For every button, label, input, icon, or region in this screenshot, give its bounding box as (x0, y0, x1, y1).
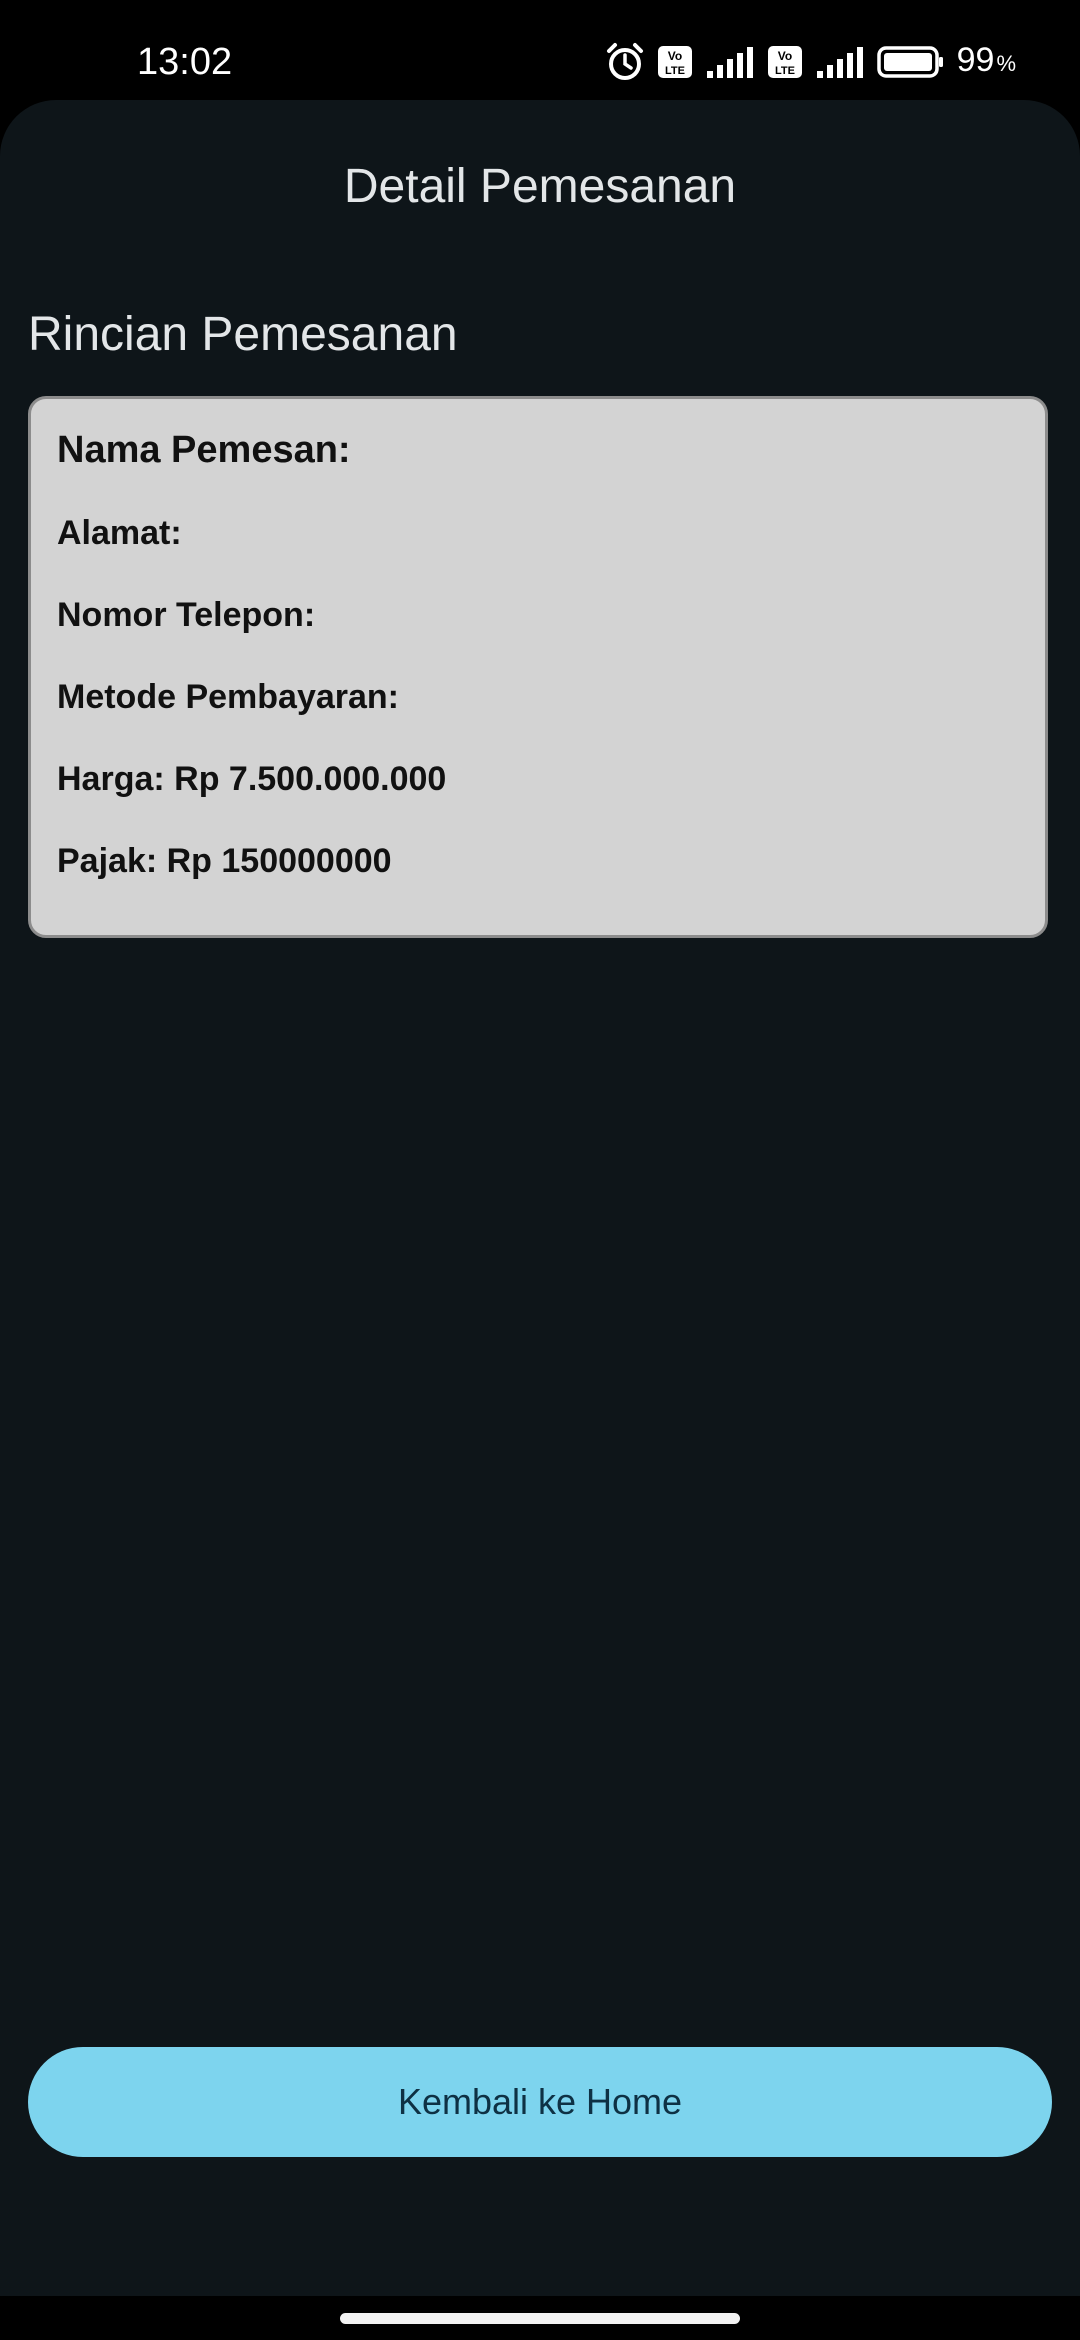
svg-text:LTE: LTE (665, 65, 685, 77)
status-bar: 13:02 Vo LTE Vo LTE 99 % (0, 0, 1080, 100)
alarm-icon (605, 42, 645, 82)
app-surface: Detail Pemesanan Rincian Pemesanan Nama … (0, 100, 1080, 2296)
signal-icon (705, 45, 755, 79)
page-title: Detail Pemesanan (343, 160, 737, 213)
svg-text:LTE: LTE (775, 65, 795, 77)
battery-icon (876, 45, 945, 79)
customer-name-line: Nama Pemesan: (57, 429, 351, 471)
svg-text:Vo: Vo (667, 49, 681, 63)
battery-percent: 99% (957, 36, 1016, 88)
tax-line: Pajak: Rp 150000000 (57, 842, 392, 880)
home-indicator[interactable] (340, 2313, 740, 2324)
volte-icon: Vo LTE (767, 45, 803, 79)
back-to-home-button[interactable]: Kembali ke Home (28, 2047, 1052, 2157)
screen: 13:02 Vo LTE Vo LTE 99 % Detail Pemesana… (0, 0, 1080, 2340)
status-time: 13:02 (137, 41, 233, 83)
address-line: Alamat: (57, 514, 182, 552)
section-title: Rincian Pemesanan (28, 308, 458, 361)
status-icons: Vo LTE Vo LTE 99 % (605, 38, 1016, 86)
signal-icon (815, 45, 865, 79)
svg-text:Vo: Vo (777, 49, 791, 63)
price-line: Harga: Rp 7.500.000.000 (57, 760, 447, 798)
phone-number-line: Nomor Telepon: (57, 596, 316, 634)
order-detail-card: Nama Pemesan: Alamat: Nomor Telepon: Met… (28, 396, 1048, 938)
battery-percent-sign: % (996, 51, 1016, 76)
battery-percent-value: 99 (956, 41, 995, 79)
payment-method-line: Metode Pembayaran: (57, 678, 399, 716)
volte-icon: Vo LTE (657, 45, 693, 79)
gesture-nav-bar (0, 2296, 1080, 2340)
